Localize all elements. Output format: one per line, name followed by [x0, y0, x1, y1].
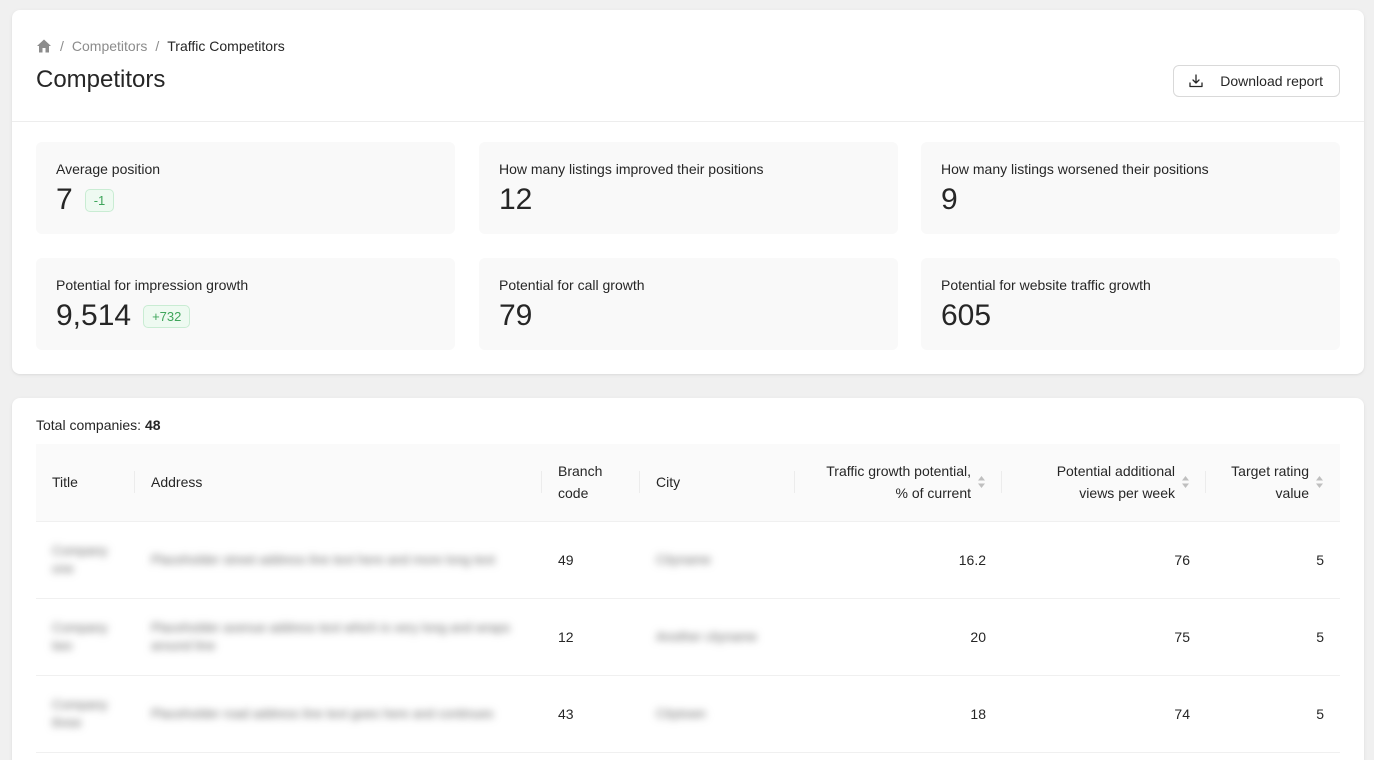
- cell-city: Another cityname: [640, 598, 795, 676]
- header-card: / Competitors / Traffic Competitors Comp…: [12, 10, 1364, 374]
- cell-target-rating: 5: [1206, 521, 1340, 599]
- cell-target-rating: 5: [1206, 675, 1340, 753]
- stat-label: Average position: [56, 161, 161, 177]
- sort-icon[interactable]: [1181, 474, 1190, 490]
- table-row[interactable]: Company three Placeholder road address l…: [36, 675, 1340, 753]
- download-report-button[interactable]: Download report: [1173, 65, 1340, 97]
- blurred-text: Company two: [52, 619, 108, 653]
- cell-target-rating: 5: [1206, 598, 1340, 676]
- breadcrumb-separator: /: [155, 38, 160, 54]
- total-companies-label: Total companies:: [36, 417, 142, 433]
- table-header-row: Title Address Branch code City Traffic g…: [36, 444, 1340, 522]
- sort-icon[interactable]: [977, 474, 986, 490]
- column-label: Branch code: [558, 463, 603, 502]
- stat-label: Potential for website traffic growth: [941, 277, 1151, 293]
- home-icon[interactable]: [36, 38, 52, 54]
- cell-branch-code: 12: [542, 598, 640, 676]
- stat-value: 7: [56, 183, 73, 216]
- column-header-target-rating[interactable]: Target rating value: [1206, 444, 1340, 522]
- table-card: Total companies: 48 Title Address Branch…: [12, 398, 1364, 760]
- table-row[interactable]: Company two Placeholder avenue address t…: [36, 598, 1340, 676]
- cell-address: Placeholder avenue address text which is…: [135, 598, 542, 676]
- column-header-city: City: [640, 444, 795, 522]
- breadcrumb-current: Traffic Competitors: [167, 38, 285, 54]
- cell-traffic-growth: 16.2: [795, 521, 1002, 599]
- breadcrumb: / Competitors / Traffic Competitors: [36, 38, 285, 54]
- column-header-branch-code: Branch code: [542, 444, 640, 522]
- download-icon: [1189, 74, 1203, 88]
- stat-value: 79: [499, 299, 533, 332]
- cell-traffic-growth: 18: [795, 675, 1002, 753]
- column-header-traffic-growth[interactable]: Traffic growth potential, % of current: [795, 444, 1002, 522]
- stat-label: How many listings worsened their positio…: [941, 161, 1209, 177]
- cell-branch-code: 43: [542, 675, 640, 753]
- download-report-label: Download report: [1220, 73, 1323, 89]
- column-label: Potential additional views per week: [1056, 463, 1175, 502]
- column-header-title: Title: [36, 444, 135, 522]
- sort-icon[interactable]: [1315, 474, 1324, 490]
- column-label: Traffic growth potential, % of current: [826, 463, 971, 502]
- cell-city: Citytown: [640, 675, 795, 753]
- cell-additional-views: 76: [1002, 521, 1206, 599]
- stat-value: 9: [941, 183, 958, 216]
- stat-call-growth: Potential for call growth 79: [479, 258, 898, 350]
- column-label: Target rating value: [1231, 463, 1309, 502]
- cell-address: Placeholder road address line text goes …: [135, 675, 542, 753]
- cell-address: Placeholder street address line text her…: [135, 521, 542, 599]
- blurred-text: Placeholder road address line text goes …: [151, 705, 494, 721]
- cell-title: Company two: [36, 598, 135, 676]
- stat-value: 9,514: [56, 299, 132, 332]
- blurred-text: Placeholder avenue address text which is…: [151, 619, 511, 653]
- stat-worsened-listings: How many listings worsened their positio…: [921, 142, 1340, 234]
- stat-improved-listings: How many listings improved their positio…: [479, 142, 898, 234]
- stat-value: 605: [941, 299, 992, 332]
- total-companies: Total companies: 48: [36, 417, 161, 433]
- column-header-additional-views[interactable]: Potential additional views per week: [1002, 444, 1206, 522]
- cell-branch-code: 49: [542, 521, 640, 599]
- stat-value: 12: [499, 183, 533, 216]
- stat-label: How many listings improved their positio…: [499, 161, 764, 177]
- cell-city: Cityname: [640, 521, 795, 599]
- blurred-text: Another cityname: [656, 628, 758, 644]
- stat-impression-growth: Potential for impression growth 9,514 +7…: [36, 258, 455, 350]
- competitors-table: Title Address Branch code City Traffic g…: [36, 444, 1340, 753]
- column-label: City: [656, 474, 681, 491]
- column-header-address: Address: [135, 444, 542, 522]
- cell-title: Company three: [36, 675, 135, 753]
- breadcrumb-competitors[interactable]: Competitors: [72, 38, 147, 54]
- cell-additional-views: 74: [1002, 675, 1206, 753]
- page-header: / Competitors / Traffic Competitors Comp…: [12, 10, 1364, 122]
- breadcrumb-separator: /: [60, 38, 64, 54]
- stat-label: Potential for call growth: [499, 277, 645, 293]
- stat-average-position: Average position 7 -1: [36, 142, 455, 234]
- cell-traffic-growth: 20: [795, 598, 1002, 676]
- stat-change-badge: -1: [84, 188, 115, 212]
- blurred-text: Placeholder street address line text her…: [151, 551, 495, 567]
- table-row[interactable]: Company one Placeholder street address l…: [36, 521, 1340, 599]
- cell-additional-views: 75: [1002, 598, 1206, 676]
- stat-label: Potential for impression growth: [56, 277, 249, 293]
- page-title: Competitors: [36, 66, 166, 93]
- blurred-text: Citytown: [656, 705, 706, 721]
- column-label: Address: [151, 474, 203, 491]
- column-label: Title: [52, 474, 78, 491]
- cell-title: Company one: [36, 521, 135, 599]
- blurred-text: Company three: [52, 696, 108, 730]
- total-companies-value: 48: [144, 417, 161, 433]
- stat-website-traffic-growth: Potential for website traffic growth 605: [921, 258, 1340, 350]
- blurred-text: Cityname: [656, 551, 711, 567]
- blurred-text: Company one: [52, 542, 108, 576]
- stat-change-badge: +732: [143, 304, 191, 328]
